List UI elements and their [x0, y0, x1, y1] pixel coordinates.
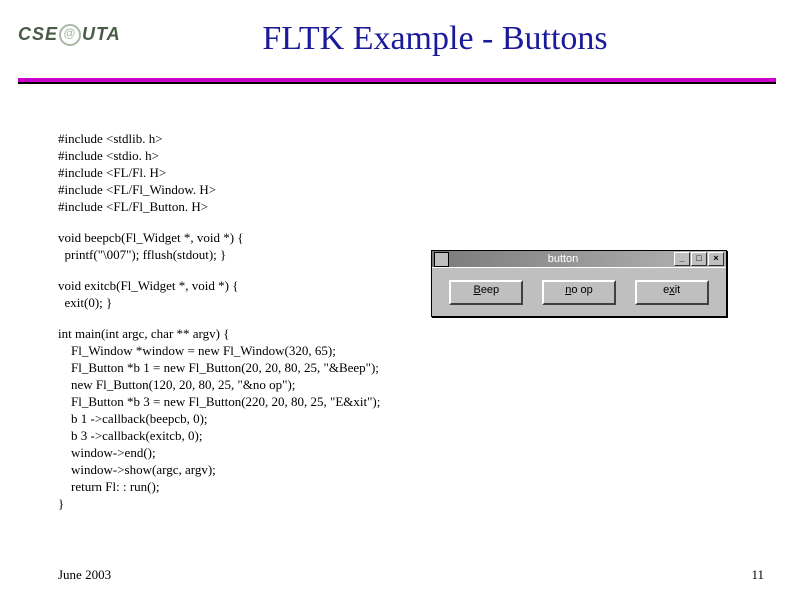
divider-black — [18, 82, 776, 84]
fltk-titlebar: button _ □ × — [432, 251, 726, 267]
code-includes: #include <stdlib. h> #include <stdio. h>… — [58, 130, 568, 215]
at-icon: @ — [59, 24, 81, 46]
code-main: int main(int argc, char ** argv) { Fl_Wi… — [58, 325, 568, 512]
logo-left: CSE — [18, 24, 58, 44]
btn-underline: B — [473, 284, 480, 296]
exit-button[interactable]: exit — [635, 280, 709, 305]
footer-date: June 2003 — [58, 567, 111, 583]
logo-right: UTA — [82, 24, 121, 44]
footer-page-number: 11 — [751, 567, 764, 583]
slide: CSE@UTA FLTK Example - Buttons #include … — [0, 0, 794, 595]
minimize-button[interactable]: _ — [674, 252, 690, 266]
logo: CSE@UTA — [18, 24, 121, 46]
maximize-button[interactable]: □ — [691, 252, 707, 266]
slide-title: FLTK Example - Buttons — [155, 20, 715, 58]
noop-button[interactable]: no op — [542, 280, 616, 305]
fltk-window-screenshot: button _ □ × Beep no op exit — [431, 250, 727, 317]
btn-suffix: it — [675, 284, 681, 296]
beep-button[interactable]: Beep — [449, 280, 523, 305]
close-button[interactable]: × — [708, 252, 724, 266]
btn-suffix: eep — [481, 284, 499, 296]
app-icon — [434, 252, 449, 267]
fltk-window-title: button — [453, 253, 673, 265]
fltk-client-area: Beep no op exit — [432, 267, 726, 316]
code-area: #include <stdlib. h> #include <stdio. h>… — [58, 130, 568, 526]
btn-suffix: o op — [571, 284, 592, 296]
